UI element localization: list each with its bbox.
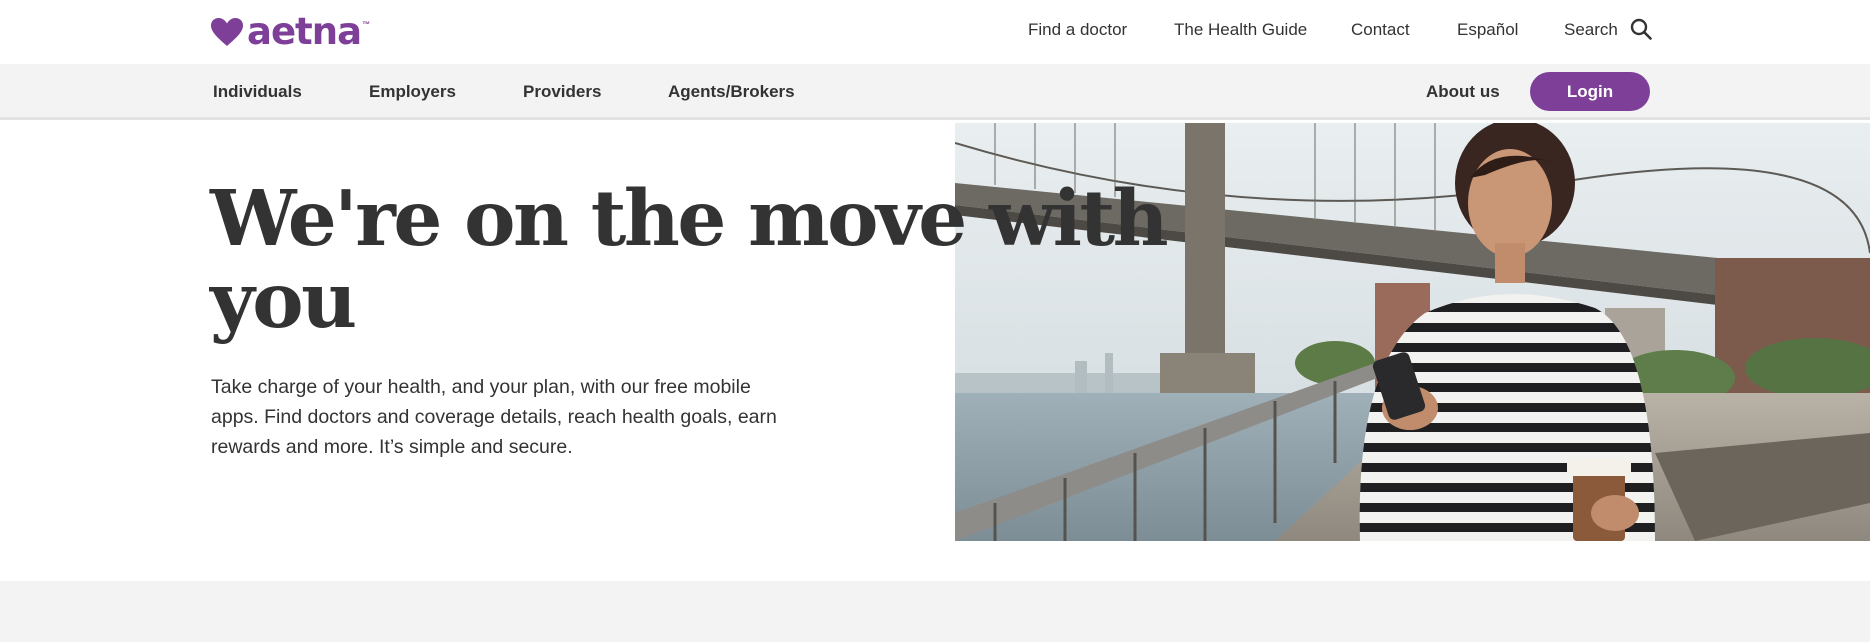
nav-agents-brokers[interactable]: Agents/Brokers [668,82,795,102]
nav-about-us[interactable]: About us [1426,82,1500,102]
logo-trademark: ™ [362,20,371,29]
health-guide-link[interactable]: The Health Guide [1174,20,1307,40]
hero-description: Take charge of your health, and your pla… [211,376,777,458]
espanol-link[interactable]: Español [1457,20,1518,40]
heart-icon [211,18,243,46]
section-divider-band [0,581,1870,642]
nav-providers[interactable]: Providers [523,82,601,102]
search-icon[interactable] [1630,18,1652,40]
aetna-logo[interactable]: aetna ™ [210,10,371,53]
contact-link[interactable]: Contact [1351,20,1410,40]
nav-employers[interactable]: Employers [369,82,456,102]
nav-individuals[interactable]: Individuals [213,82,302,102]
logo-wordmark: aetna [247,10,362,53]
hero-title: We're on the move with you [210,174,1169,346]
find-a-doctor-link[interactable]: Find a doctor [1028,20,1127,40]
login-button[interactable]: Login [1530,72,1650,111]
search-link[interactable]: Search [1564,20,1618,40]
main-navigation: Individuals Employers Providers Agents/B… [0,64,1870,120]
utility-header: aetna ™ Find a doctor The Health Guide C… [0,0,1870,64]
